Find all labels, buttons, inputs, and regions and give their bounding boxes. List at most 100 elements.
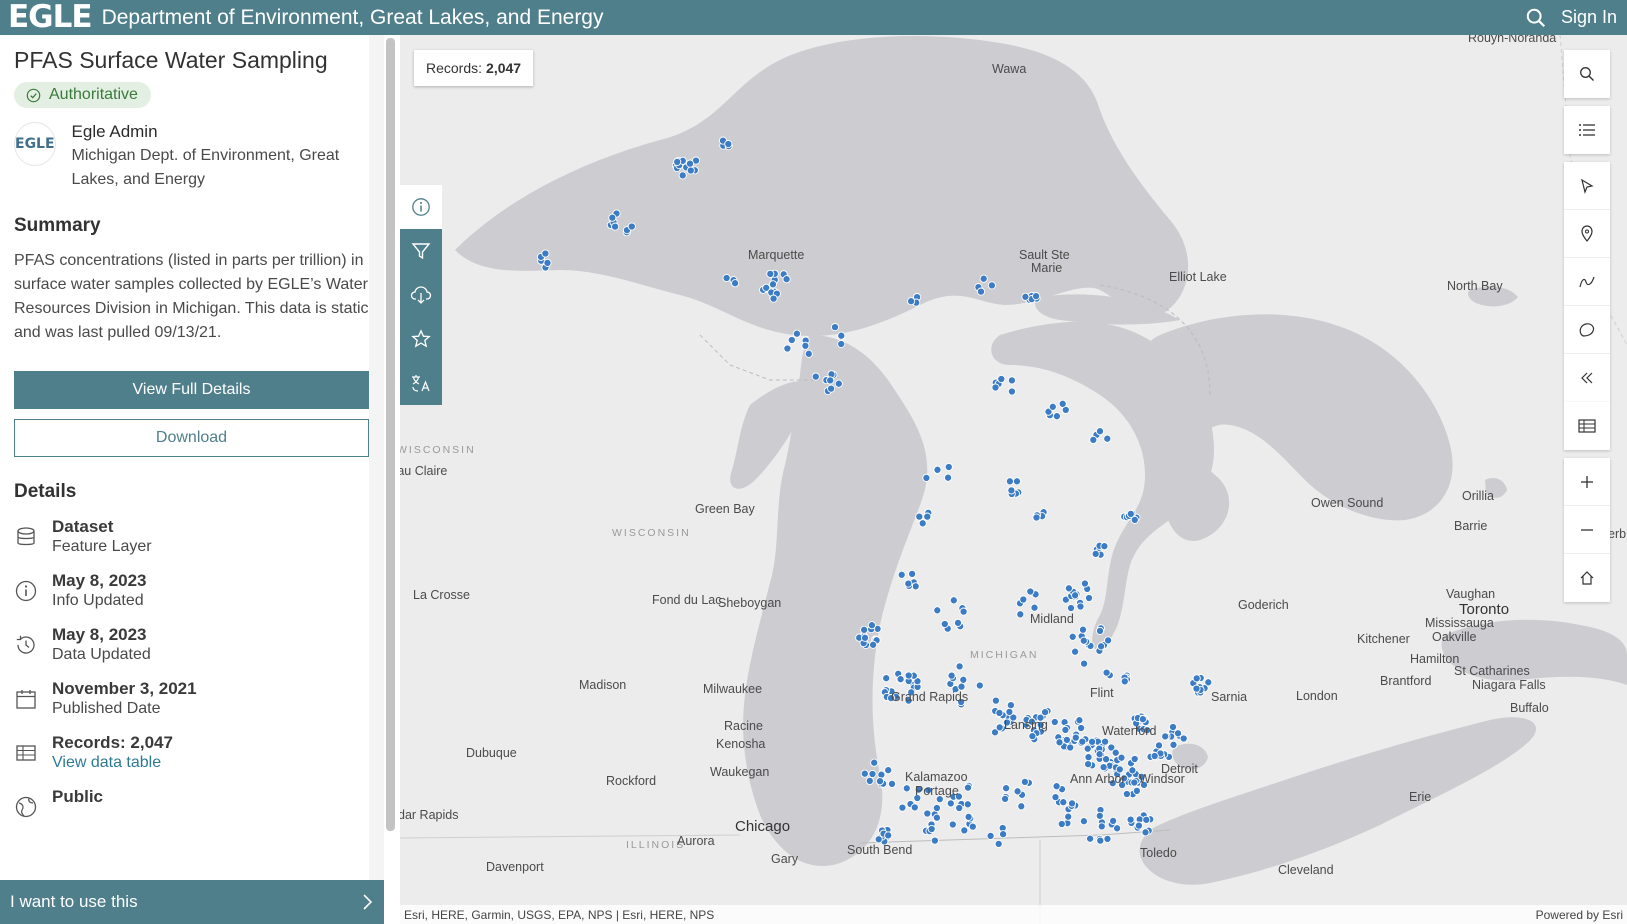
sample-point[interactable]	[1173, 729, 1183, 738]
side-panel-scrollbar[interactable]	[369, 35, 384, 924]
sample-point[interactable]	[1095, 750, 1104, 759]
sample-point[interactable]	[997, 374, 1006, 384]
sample-point[interactable]	[1079, 817, 1088, 826]
select-polygon-button[interactable]	[1564, 306, 1610, 354]
sample-point[interactable]	[1095, 626, 1105, 635]
sample-point[interactable]	[1130, 778, 1139, 787]
sample-point[interactable]	[1017, 802, 1026, 811]
sample-point[interactable]	[787, 335, 796, 345]
translate-tool-button[interactable]	[400, 361, 442, 405]
sample-point[interactable]	[975, 681, 984, 690]
sample-point[interactable]	[769, 294, 778, 303]
sample-point[interactable]	[1095, 427, 1105, 436]
sample-point[interactable]	[1100, 542, 1109, 551]
sample-point[interactable]	[1005, 707, 1014, 716]
sample-point[interactable]	[1126, 509, 1135, 518]
sample-point[interactable]	[1048, 402, 1057, 411]
sample-point[interactable]	[1006, 701, 1015, 710]
sample-point[interactable]	[1078, 625, 1088, 634]
sample-point[interactable]	[884, 766, 893, 775]
sample-point[interactable]	[1101, 737, 1110, 746]
sample-point[interactable]	[976, 287, 986, 296]
sample-point[interactable]	[944, 473, 953, 482]
sample-point[interactable]	[955, 662, 964, 671]
sample-point[interactable]	[1113, 824, 1122, 833]
legend-button[interactable]	[1564, 106, 1610, 154]
sample-point[interactable]	[1099, 763, 1108, 772]
sample-point[interactable]	[685, 159, 695, 168]
sample-point[interactable]	[923, 512, 932, 521]
sample-point[interactable]	[1077, 723, 1086, 733]
sample-point[interactable]	[1058, 399, 1067, 408]
select-pin-button[interactable]	[1564, 210, 1610, 258]
sample-point[interactable]	[1020, 777, 1029, 786]
sample-point[interactable]	[959, 675, 968, 684]
sample-point[interactable]	[870, 758, 879, 767]
sample-point[interactable]	[1111, 748, 1120, 757]
sample-point[interactable]	[1064, 812, 1073, 821]
sample-point[interactable]	[1192, 674, 1201, 683]
sample-point[interactable]	[932, 803, 941, 813]
sample-point[interactable]	[608, 213, 617, 222]
sample-point[interactable]	[731, 279, 740, 288]
sample-point[interactable]	[1032, 292, 1041, 301]
sign-in-link[interactable]: Sign In	[1561, 7, 1617, 28]
sample-point[interactable]	[1130, 754, 1139, 764]
sample-point[interactable]	[1076, 602, 1085, 611]
sample-point[interactable]	[1013, 787, 1022, 796]
i-want-to-use-this-bar[interactable]: I want to use this	[0, 880, 384, 924]
sample-point[interactable]	[953, 618, 963, 627]
view-full-details-button[interactable]: View Full Details	[14, 371, 369, 409]
sample-point[interactable]	[1192, 684, 1201, 693]
sample-point[interactable]	[999, 830, 1008, 839]
sample-point[interactable]	[991, 696, 1000, 705]
sample-point[interactable]	[927, 824, 936, 834]
sample-point[interactable]	[627, 222, 636, 231]
sample-point[interactable]	[673, 157, 682, 166]
sample-point[interactable]	[902, 784, 911, 793]
sample-point[interactable]	[837, 331, 846, 340]
sample-point[interactable]	[986, 831, 995, 840]
sample-point[interactable]	[915, 512, 924, 521]
sample-point[interactable]	[1103, 834, 1112, 843]
sample-point[interactable]	[868, 769, 877, 779]
sample-point[interactable]	[830, 323, 840, 332]
sample-point[interactable]	[1030, 603, 1039, 612]
sample-point[interactable]	[963, 800, 972, 809]
download-button[interactable]: Download	[14, 419, 369, 457]
sample-point[interactable]	[1141, 828, 1150, 837]
sample-point[interactable]	[1052, 412, 1061, 421]
sample-point[interactable]	[1154, 741, 1164, 750]
sample-point[interactable]	[1104, 636, 1113, 645]
sample-point[interactable]	[1179, 734, 1188, 743]
sample-point[interactable]	[724, 139, 733, 149]
sample-point[interactable]	[922, 473, 931, 482]
collapse-tools-button[interactable]	[1564, 354, 1610, 402]
sample-point[interactable]	[991, 383, 1000, 392]
sample-point[interactable]	[792, 329, 801, 338]
sample-point[interactable]	[995, 723, 1004, 732]
sample-point[interactable]	[1055, 738, 1064, 747]
view-data-table-link[interactable]: View data table	[52, 753, 173, 773]
sample-point[interactable]	[904, 579, 913, 588]
sample-point[interactable]	[1061, 725, 1070, 734]
sample-point[interactable]	[963, 783, 973, 792]
sample-point[interactable]	[1134, 821, 1143, 830]
sample-point[interactable]	[1041, 708, 1050, 717]
sample-point[interactable]	[1066, 603, 1076, 613]
attribute-table-button[interactable]	[1564, 402, 1610, 450]
sample-point[interactable]	[1083, 744, 1092, 753]
sample-point[interactable]	[897, 570, 906, 579]
sample-point[interactable]	[869, 640, 878, 649]
sample-point[interactable]	[995, 708, 1004, 717]
sample-point[interactable]	[801, 341, 810, 350]
sample-point[interactable]	[1117, 753, 1126, 762]
sample-point[interactable]	[923, 809, 932, 818]
sample-point[interactable]	[1052, 782, 1061, 791]
download-tool-button[interactable]	[400, 273, 442, 317]
sample-point[interactable]	[1103, 434, 1112, 443]
sample-point[interactable]	[964, 812, 973, 821]
sample-point[interactable]	[1002, 784, 1011, 793]
sample-point[interactable]	[875, 777, 885, 786]
sample-point[interactable]	[782, 275, 791, 284]
